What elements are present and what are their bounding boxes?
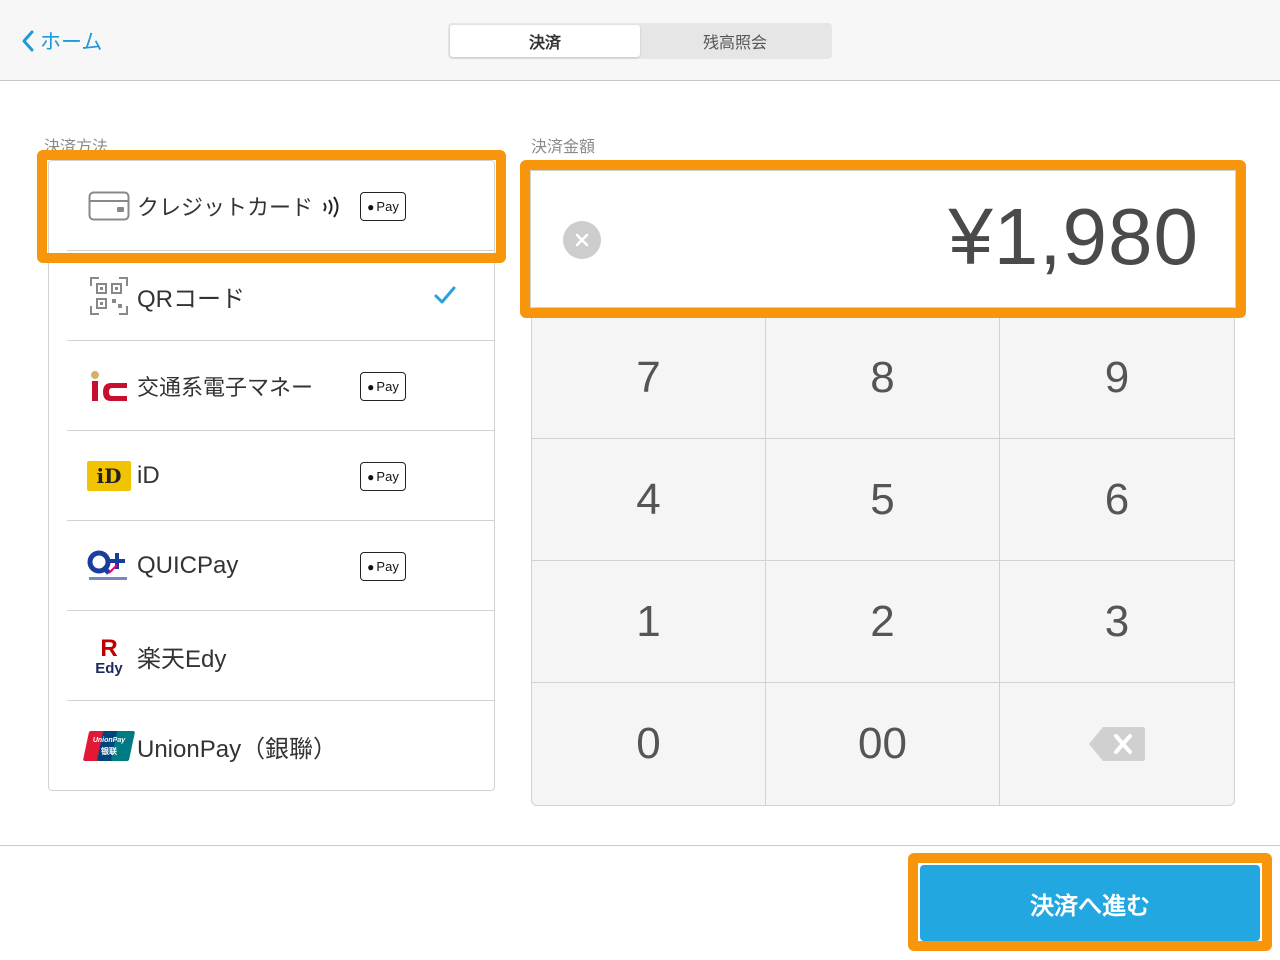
apple-icon: ●: [367, 469, 375, 484]
apple-icon: ●: [367, 379, 375, 394]
method-label: QRコード: [137, 285, 245, 313]
footer-divider: [0, 845, 1280, 846]
top-bar: ホーム 決済 残高照会: [0, 0, 1280, 81]
key-2[interactable]: 2: [766, 561, 1000, 683]
method-unionpay[interactable]: UnionPay 银联 UnionPay（銀聯）: [49, 701, 494, 791]
backspace-key[interactable]: [1000, 683, 1234, 805]
key-7[interactable]: 7: [532, 317, 766, 439]
apple-pay-badge: ● Pay: [360, 462, 406, 491]
method-label: クレジットカード: [137, 195, 314, 220]
quicpay-logo-icon: [85, 546, 133, 586]
apple-pay-badge: ● Pay: [360, 372, 406, 401]
method-label: 楽天Edy: [137, 645, 227, 673]
key-1[interactable]: 1: [532, 561, 766, 683]
proceed-to-payment-button[interactable]: 決済へ進む: [920, 865, 1260, 941]
apple-pay-badge: ● Pay: [360, 552, 406, 581]
contactless-icon: [323, 196, 339, 218]
backspace-icon: [1089, 727, 1145, 761]
key-3[interactable]: 3: [1000, 561, 1234, 683]
method-credit-card[interactable]: クレジットカード ● Pay: [49, 161, 494, 251]
rakuten-edy-logo-icon: R Edy: [95, 634, 123, 677]
tab-payment[interactable]: 決済: [450, 25, 640, 57]
payment-amount-label: 決済金額: [531, 137, 596, 156]
chevron-left-icon: [22, 30, 34, 52]
id-logo-icon: iD: [85, 456, 133, 496]
unionpay-logo-icon: UnionPay 银联: [82, 726, 136, 766]
method-label: UnionPay（銀聯）: [137, 735, 338, 763]
amount-display: ¥1,980: [530, 170, 1236, 308]
mode-segmented-control: 決済 残高照会: [448, 23, 832, 59]
close-icon: [575, 233, 589, 247]
numeric-keypad: 7 8 9 4 5 6 1 2 3 0 00: [531, 316, 1235, 806]
clear-amount-button[interactable]: [563, 221, 601, 259]
payment-method-list: クレジットカード ● Pay QRコード 交通系電子マネー ● Pay iD iD …: [48, 160, 495, 791]
method-label: 交通系電子マネー: [137, 375, 314, 400]
key-4[interactable]: 4: [532, 439, 766, 561]
method-qr-code[interactable]: QRコード: [49, 251, 494, 341]
payment-method-label: 決済方法: [44, 137, 109, 156]
qr-code-icon: [85, 276, 133, 316]
method-label: iD: [137, 462, 160, 489]
method-quicpay[interactable]: QUICPay ● Pay: [49, 521, 494, 611]
method-id[interactable]: iD iD ● Pay: [49, 431, 494, 521]
key-0[interactable]: 0: [532, 683, 766, 805]
method-rakuten-edy[interactable]: R Edy 楽天Edy: [49, 611, 494, 701]
amount-value: ¥1,980: [948, 192, 1199, 281]
key-00[interactable]: 00: [766, 683, 1000, 805]
checkmark-icon: [434, 286, 456, 304]
apple-icon: ●: [367, 559, 375, 574]
back-label: ホーム: [40, 30, 103, 54]
key-8[interactable]: 8: [766, 317, 1000, 439]
transit-ic-icon: [85, 366, 133, 406]
back-button[interactable]: ホーム: [20, 26, 102, 56]
tab-balance-inquiry[interactable]: 残高照会: [640, 25, 830, 57]
apple-icon: ●: [367, 199, 375, 214]
method-label: QUICPay: [137, 552, 239, 579]
key-6[interactable]: 6: [1000, 439, 1234, 561]
apple-pay-badge: ● Pay: [360, 192, 406, 221]
credit-card-icon: [85, 186, 133, 226]
method-transit-ic[interactable]: 交通系電子マネー ● Pay: [49, 341, 494, 431]
key-5[interactable]: 5: [766, 439, 1000, 561]
key-9[interactable]: 9: [1000, 317, 1234, 439]
